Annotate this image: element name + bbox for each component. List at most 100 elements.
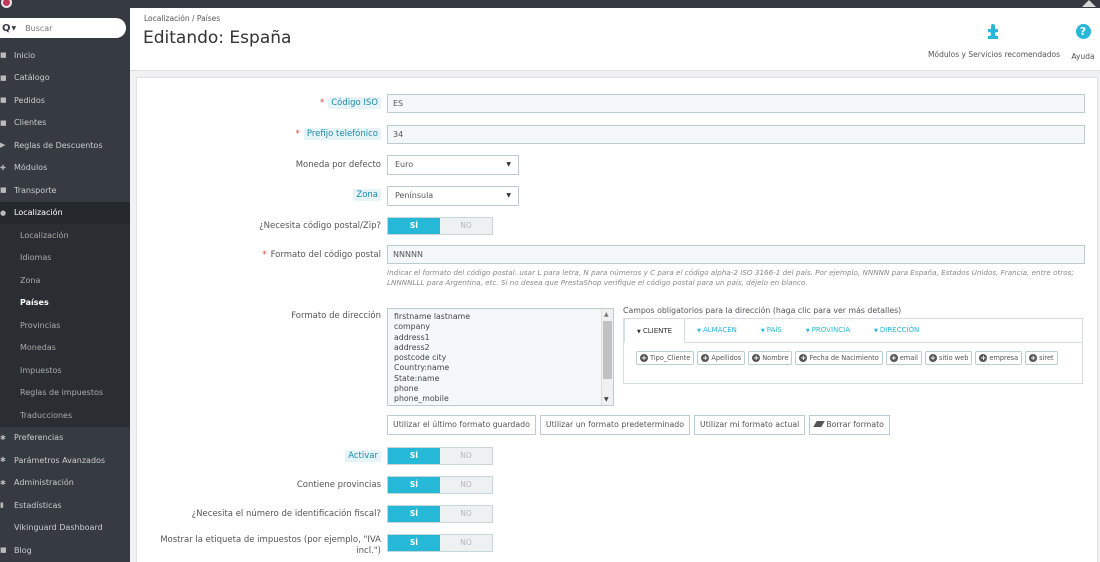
active-toggle[interactable]: SÍ NO bbox=[387, 447, 493, 465]
tax-label-label: Mostrar la etiqueta de impuestos (por ej… bbox=[160, 535, 381, 556]
iso-code-input[interactable]: ES bbox=[387, 94, 1085, 113]
sidebar-item-catalogo[interactable]: ■ Catálogo bbox=[0, 67, 130, 90]
sidebar-subitem-provincias[interactable]: Provincias bbox=[0, 314, 130, 337]
toggle-yes[interactable]: SÍ bbox=[388, 448, 440, 464]
toggle-yes[interactable]: SÍ bbox=[388, 477, 440, 493]
zip-format-input[interactable]: NNNNN bbox=[387, 245, 1085, 264]
scroll-up-icon[interactable] bbox=[1082, 0, 1096, 7]
phone-prefix-input[interactable]: 34 bbox=[387, 125, 1085, 144]
sidebar-subitem-paises[interactable]: Países bbox=[0, 291, 130, 314]
scroll-up-arrow-icon[interactable]: ▲ bbox=[604, 311, 609, 318]
chip-apellidos[interactable]: + Apellidos bbox=[697, 351, 746, 365]
plus-icon: + bbox=[640, 354, 648, 362]
chevron-down-icon[interactable]: ▼ bbox=[12, 25, 17, 32]
sidebar-subitem-localizacion[interactable]: Localización bbox=[0, 224, 130, 247]
chip-tipo-cliente[interactable]: + Tipo_Cliente bbox=[636, 351, 695, 365]
sidebar-subitem-impuestos[interactable]: Impuestos bbox=[0, 359, 130, 382]
currency-select[interactable]: Euro ▼ bbox=[387, 155, 519, 175]
sidebar-item-parametros[interactable]: ✱ Parámetros Avanzados bbox=[0, 449, 130, 472]
sidebar-item-blog[interactable]: ■ Blog bbox=[0, 539, 130, 562]
preferences-icon: ✱ bbox=[0, 433, 6, 442]
tab-almacen[interactable]: ▼ ALMACÉN bbox=[685, 319, 749, 342]
tab-cliente[interactable]: ▼ CLIENTE bbox=[624, 318, 686, 343]
sidebar-item-inicio[interactable]: ■ Inicio bbox=[0, 44, 130, 67]
address-format-buttons: Utilizar el último formato guardado Util… bbox=[387, 415, 890, 435]
toggle-yes[interactable]: SÍ bbox=[388, 218, 440, 234]
plus-icon: + bbox=[1029, 354, 1038, 362]
sidebar-item-preferencias[interactable]: ✱ Preferencias bbox=[0, 427, 130, 450]
puzzle-icon bbox=[924, 22, 1064, 40]
page-header: Localización / Países Editando: España M… bbox=[130, 8, 1100, 71]
recommended-modules-button[interactable]: Módulos y Servicios recomendados bbox=[924, 22, 1064, 59]
search-input[interactable] bbox=[25, 23, 106, 33]
field-chips: + Tipo_Cliente + Apellidos + Nombre + Fecha … bbox=[624, 343, 1082, 365]
top-bar bbox=[0, 0, 1100, 8]
toggle-no[interactable]: NO bbox=[440, 506, 492, 522]
plus-icon: + bbox=[889, 354, 898, 362]
active-label: Activar bbox=[345, 450, 381, 462]
chip-email[interactable]: + email bbox=[885, 351, 922, 365]
tab-direccion[interactable]: ▼ DIRECCIÓN bbox=[862, 319, 931, 342]
plus-icon: + bbox=[701, 354, 710, 362]
address-format-label: Formato de dirección bbox=[291, 311, 381, 321]
toggle-no[interactable]: NO bbox=[440, 218, 492, 234]
iso-code-label: * Código ISO bbox=[320, 97, 381, 109]
zip-needed-toggle[interactable]: SÍ NO bbox=[387, 217, 493, 235]
toggle-no[interactable]: NO bbox=[440, 535, 492, 551]
sidebar-item-pedidos[interactable]: ■ Pedidos bbox=[0, 89, 130, 112]
sidebar-subitem-zona[interactable]: Zona bbox=[0, 269, 130, 292]
use-current-format-button[interactable]: Utilizar mi formato actual bbox=[693, 415, 806, 435]
toggle-no[interactable]: NO bbox=[440, 477, 492, 493]
country-form-panel: * Código ISO ES * Prefijo telefónico 34 Mo… bbox=[136, 77, 1098, 562]
toggle-yes[interactable]: SÍ bbox=[388, 506, 440, 522]
toggle-no[interactable]: NO bbox=[440, 448, 492, 464]
chip-siret[interactable]: + siret bbox=[1025, 351, 1058, 365]
tab-provincia[interactable]: ▼ PROVINCIA bbox=[794, 319, 862, 342]
sidebar-item-vikinguard[interactable]: Vikinguard Dashboard bbox=[0, 517, 130, 540]
search-box[interactable]: Q ▼ bbox=[0, 18, 126, 38]
sidebar-menu: ■ Inicio ■ Catálogo ■ Pedidos ■ Clientes ▶ Re… bbox=[0, 44, 130, 562]
zip-format-help: Indicar el formato del código postal: us… bbox=[387, 268, 1074, 287]
modules-icon: ✚ bbox=[0, 163, 6, 172]
sidebar-item-clientes[interactable]: ■ Clientes bbox=[0, 112, 130, 135]
sidebar-item-localizacion[interactable]: ● Localización bbox=[0, 201, 130, 224]
textarea-scrollbar[interactable]: ▲ ▼ bbox=[601, 309, 613, 405]
search-icon[interactable]: Q bbox=[2, 23, 11, 34]
tax-label-toggle[interactable]: SÍ NO bbox=[387, 534, 493, 552]
eraser-icon bbox=[813, 421, 826, 427]
chip-empresa[interactable]: + empresa bbox=[975, 351, 1023, 365]
address-format-textarea[interactable]: firstname lastname company address1 addr… bbox=[387, 308, 614, 406]
sidebar-subitem-idiomas[interactable]: Idiomas bbox=[0, 246, 130, 269]
sidebar-item-transporte[interactable]: ■ Transporte bbox=[0, 179, 130, 202]
sidebar-subitem-traducciones[interactable]: Traducciones bbox=[0, 404, 130, 427]
sidebar-item-estadisticas[interactable]: ▮ Estadísticas bbox=[0, 494, 130, 517]
contains-states-toggle[interactable]: SÍ NO bbox=[387, 476, 493, 494]
use-default-format-button[interactable]: Utilizar un formato predeterminado bbox=[539, 415, 690, 435]
scrollbar-thumb[interactable] bbox=[603, 321, 612, 379]
use-last-saved-button[interactable]: Utilizar el último formato guardado bbox=[387, 415, 536, 435]
catalog-icon: ■ bbox=[0, 73, 7, 82]
zone-select[interactable]: Península ▼ bbox=[387, 186, 519, 206]
truck-icon: ■ bbox=[0, 186, 7, 194]
sidebar-item-administracion[interactable]: ✱ Administración bbox=[0, 472, 130, 495]
sidebar-item-modulos[interactable]: ✚ Módulos bbox=[0, 157, 130, 180]
plus-icon: + bbox=[979, 354, 988, 362]
logo-icon[interactable] bbox=[1, 0, 12, 8]
required-fields-box: ▼ CLIENTE ▼ ALMACÉN ▼ PAÍS ▼ PROVINCIA ▼ DIRE… bbox=[623, 318, 1083, 384]
toggle-yes[interactable]: SÍ bbox=[388, 535, 440, 551]
sidebar-item-descuentos[interactable]: ▶ Reglas de Descuentos bbox=[0, 134, 130, 157]
breadcrumb[interactable]: Localización / Países bbox=[144, 14, 220, 23]
help-button[interactable]: ? Ayuda bbox=[1068, 22, 1098, 61]
customers-icon: ■ bbox=[0, 118, 7, 127]
chip-fecha-nacimiento[interactable]: + Fecha de Nacimiento bbox=[795, 351, 883, 365]
chip-nombre[interactable]: + Nombre bbox=[748, 351, 793, 365]
scroll-down-arrow-icon[interactable]: ▼ bbox=[604, 396, 609, 403]
sidebar-subitem-monedas[interactable]: Monedas bbox=[0, 336, 130, 359]
address-format-lines: firstname lastname company address1 addr… bbox=[394, 312, 471, 404]
clear-format-button[interactable]: Borrar formato bbox=[809, 415, 890, 435]
chip-sitio-web[interactable]: + sitio web bbox=[924, 351, 973, 365]
tab-pais[interactable]: ▼ PAÍS bbox=[749, 319, 794, 342]
tax-id-toggle[interactable]: SÍ NO bbox=[387, 505, 493, 523]
advanced-icon: ✱ bbox=[0, 456, 6, 464]
sidebar-subitem-reglas-impuestos[interactable]: Reglas de impuestos bbox=[0, 381, 130, 404]
